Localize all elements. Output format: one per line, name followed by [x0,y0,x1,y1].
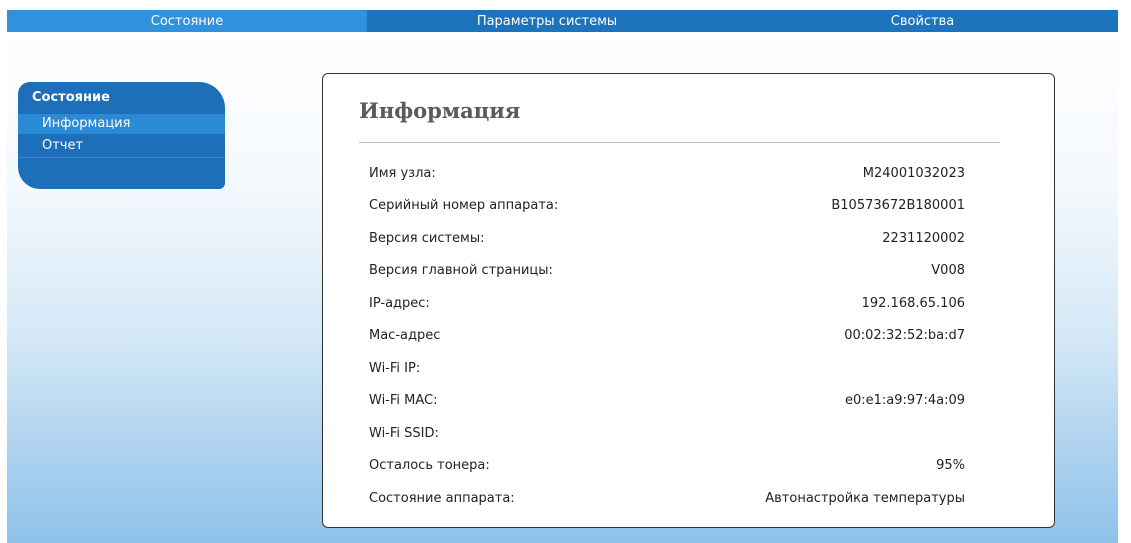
info-label: Состояние аппарата: [369,490,515,506]
info-value: 2231120002 [882,230,965,246]
sidebar-menu: Состояние Информация Отчет [18,82,225,189]
page-title: Информация [359,98,521,123]
tab-system-settings[interactable]: Параметры системы [367,10,727,32]
sidebar-title: Состояние [32,90,110,105]
info-value: Автонастройка температуры [765,490,965,506]
info-value: 00:02:32:52:ba:d7 [844,328,965,344]
info-value: e0:e1:a9:97:4a:09 [845,393,965,409]
info-label: Wi-Fi IP: [369,360,421,376]
info-label: Wi-Fi SSID: [369,425,439,441]
info-label: Wi-Fi MAC: [369,393,438,409]
sidebar-divider [18,157,225,158]
info-label: Осталось тонера: [369,458,490,474]
info-label: Имя узла: [369,165,436,181]
info-row-ip-address: IP-адрес: 192.168.65.106 [369,287,965,320]
title-divider [359,142,1000,143]
info-value: 95% [936,458,965,474]
info-list: Имя узла: M24001032023 Серийный номер ап… [369,157,965,515]
top-navigation: Состояние Параметры системы Свойства [7,10,1118,32]
info-label: Серийный номер аппарата: [369,198,559,214]
info-label: Версия главной страницы: [369,263,553,279]
info-label: IP-адрес: [369,295,430,311]
info-label: Версия системы: [369,230,485,246]
info-row-wifi-ssid: Wi-Fi SSID: [369,417,965,450]
info-row-mac-address: Mac-адрес 00:02:32:52:ba:d7 [369,320,965,353]
info-row-homepage-version: Версия главной страницы: V008 [369,255,965,288]
info-value: M24001032023 [862,165,965,181]
info-value: V008 [931,263,965,279]
info-row-device-status: Состояние аппарата: Автонастройка темпер… [369,482,965,515]
tab-status[interactable]: Состояние [7,10,367,32]
info-row-serial-number: Серийный номер аппарата: B10573672B18000… [369,190,965,223]
info-panel: Информация Имя узла: M24001032023 Серийн… [322,73,1055,528]
sidebar-item-report[interactable]: Отчет [18,136,225,156]
sidebar-item-information[interactable]: Информация [18,114,225,134]
info-row-wifi-ip: Wi-Fi IP: [369,352,965,385]
tab-properties[interactable]: Свойства [727,10,1118,32]
info-row-toner-remaining: Осталось тонера: 95% [369,450,965,483]
info-value: B10573672B180001 [831,198,965,214]
info-row-hostname: Имя узла: M24001032023 [369,157,965,190]
info-value: 192.168.65.106 [861,295,965,311]
info-label: Mac-адрес [369,328,441,344]
info-row-system-version: Версия системы: 2231120002 [369,222,965,255]
info-row-wifi-mac: Wi-Fi MAC: e0:e1:a9:97:4a:09 [369,385,965,418]
